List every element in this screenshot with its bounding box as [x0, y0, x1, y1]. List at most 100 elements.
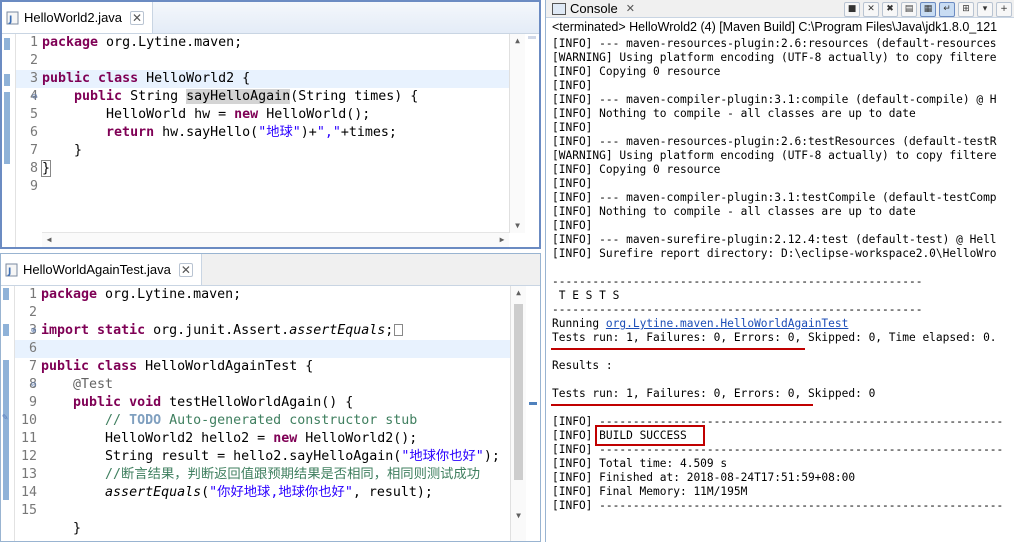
test-class-link[interactable]: org.Lytine.maven.HelloWorldAgainTest [606, 317, 848, 330]
tab-helloworldagaintest[interactable]: J HelloWorldAgainTest.java ✕ [1, 254, 202, 285]
remove-launch-icon[interactable]: ✕ [863, 1, 879, 17]
code-line: public String sayHelloAgain(String times… [74, 89, 419, 104]
console-line: [INFO] Copying 0 resource [552, 163, 721, 176]
scroll-lock-icon[interactable]: ▦ [920, 1, 936, 17]
vertical-scrollbar[interactable]: ▲ ▼ [509, 34, 525, 233]
fold-collapse-icon[interactable]: ⊖ [32, 88, 37, 106]
console-line: [INFO] --- maven-compiler-plugin:3.1:com… [552, 93, 997, 106]
console-line: [INFO] [552, 219, 593, 232]
editor-helloworld2[interactable]: J HelloWorld2.java ✕ 1 2 3 4 ⊖ 5 6 7 8 9 … [0, 0, 541, 249]
change-marker [4, 38, 10, 50]
code-line: assertEquals("你好地球,地球你也好", result); [105, 485, 433, 500]
console-line: [INFO] Total time: 4.509 s [552, 457, 728, 470]
console-toolbar: ■ ✕ ✖ ▤ ▦ ↵ ⊞ ▾ + [844, 0, 1014, 18]
scroll-down-icon[interactable]: ▼ [511, 509, 526, 523]
scroll-down-icon[interactable]: ▼ [510, 219, 525, 233]
red-highlight-box [595, 425, 705, 446]
code-line: @Test [73, 377, 114, 392]
close-icon[interactable]: ✕ [626, 2, 635, 15]
close-icon[interactable]: ✕ [130, 10, 145, 25]
console-line: [INFO] [552, 177, 593, 190]
code-line: return hw.sayHello("地球")+","+times; [106, 125, 397, 140]
fold-collapse-icon[interactable]: ⊖ [31, 376, 36, 394]
code-line: public class HelloWorld2 { [42, 71, 251, 86]
vertical-scrollbar[interactable]: ▲ ▼ [510, 286, 526, 541]
overview-ruler[interactable] [525, 34, 539, 233]
scroll-right-icon[interactable]: ▶ [495, 233, 509, 247]
change-marker [4, 74, 10, 86]
scroll-thumb[interactable] [514, 304, 523, 480]
terminated-status: <terminated> HelloWrold2 (4) [Maven Buil… [552, 20, 998, 34]
tab-helloworld2[interactable]: J HelloWorld2.java ✕ [2, 2, 154, 33]
console-line: Running org.Lytine.maven.HelloWorldAgain… [552, 317, 849, 330]
overview-ruler[interactable] [526, 286, 540, 541]
remove-all-icon[interactable]: ✖ [882, 1, 898, 17]
overview-mark [529, 402, 537, 405]
change-marker [3, 324, 9, 336]
editor-tab-bar: J HelloWorldAgainTest.java ✕ [1, 254, 540, 286]
change-marker [4, 92, 10, 164]
code-line: } [40, 160, 52, 177]
scroll-up-icon[interactable]: ▲ [511, 286, 526, 300]
editor-helloworldagaintest[interactable]: J HelloWorldAgainTest.java ✕ ✎ 1 2 3 ⊕ 6 … [0, 253, 541, 542]
horizontal-scrollbar[interactable]: ◀ ▶ [42, 232, 509, 247]
code-line: public void testHelloWorldAgain() { [73, 395, 354, 410]
code-line: String result = hello2.sayHelloAgain("地球… [105, 449, 500, 464]
stop-icon[interactable]: ■ [844, 1, 860, 17]
code-area[interactable]: package org.Lytine.maven; import static … [41, 286, 510, 538]
close-icon[interactable]: ✕ [178, 262, 193, 277]
scroll-up-icon[interactable]: ▲ [510, 34, 525, 48]
line-numbers: 1 2 3 4 ⊖ 5 6 7 8 9 [29, 35, 38, 194]
console-line: [INFO] --- maven-resources-plugin:2.6:re… [552, 37, 997, 50]
java-file-icon: J [5, 263, 19, 277]
left-ruler: ✎ [1, 286, 15, 541]
pin-console-icon[interactable]: ⊞ [958, 1, 974, 17]
code-line: package org.Lytine.maven; [41, 287, 242, 302]
console-line: [INFO] Surefire report directory: D:\ecl… [552, 247, 997, 260]
fold-expand-icon[interactable]: ⊕ [31, 322, 36, 340]
tests-run-line-1: Tests run: 1, Failures: 0, Errors: 0, Sk… [552, 331, 997, 344]
open-console-icon[interactable]: + [996, 1, 1012, 17]
code-line: } [74, 143, 83, 158]
code-line: HelloWorld2 hello2 = new HelloWorld2(); [105, 431, 418, 446]
console-line: [INFO] Final Memory: 11M/195M [552, 485, 748, 498]
folded-block-icon[interactable] [394, 324, 404, 336]
code-line: // TODO Auto-generated constructor stub [105, 413, 418, 428]
code-line: package org.Lytine.maven; [42, 35, 243, 50]
display-console-icon[interactable]: ▾ [977, 1, 993, 17]
console-line: [INFO] Copying 0 resource [552, 65, 721, 78]
code-line: } [73, 521, 82, 536]
editor-tab-bar: J HelloWorld2.java ✕ [2, 2, 539, 34]
code-area[interactable]: package org.Lytine.maven; public class H… [40, 34, 509, 196]
red-underline [551, 404, 813, 406]
console-tab-label[interactable]: Console [570, 1, 618, 16]
console-line: [INFO] --- maven-resources-plugin:2.6:te… [552, 135, 997, 148]
line-numbers: 1 2 3 ⊕ 6 7 8 ⊖ 9 10 11 12 13 14 15 [20, 287, 37, 518]
code-line: HelloWorld hw = new HelloWorld(); [106, 107, 371, 122]
console-line: [INFO] ---------------------------------… [552, 499, 1004, 512]
console-view[interactable]: Console ✕ ■ ✕ ✖ ▤ ▦ ↵ ⊞ ▾ + <terminated>… [545, 0, 1014, 542]
svg-text:J: J [8, 15, 12, 25]
svg-text:J: J [7, 267, 11, 277]
word-wrap-icon[interactable]: ↵ [939, 1, 955, 17]
scroll-left-icon[interactable]: ◀ [42, 233, 56, 247]
code-line: import static org.junit.Assert.assertEqu… [41, 322, 510, 340]
tab-label: HelloWorldAgainTest.java [23, 262, 171, 277]
clear-console-icon[interactable]: ▤ [901, 1, 917, 17]
console-line: [INFO] --- maven-compiler-plugin:3.1:tes… [552, 191, 997, 204]
console-line: ----------------------------------------… [552, 275, 923, 288]
console-line: ----------------------------------------… [552, 303, 923, 316]
console-line: [INFO] Finished at: 2018-08-24T17:51:59+… [552, 471, 856, 484]
console-line: [WARNING] Using platform encoding (UTF-8… [552, 51, 997, 64]
console-line: T E S T S [552, 289, 620, 302]
console-icon [552, 2, 566, 15]
left-ruler [2, 34, 16, 247]
change-marker [3, 360, 9, 500]
tab-label: HelloWorld2.java [24, 10, 123, 25]
